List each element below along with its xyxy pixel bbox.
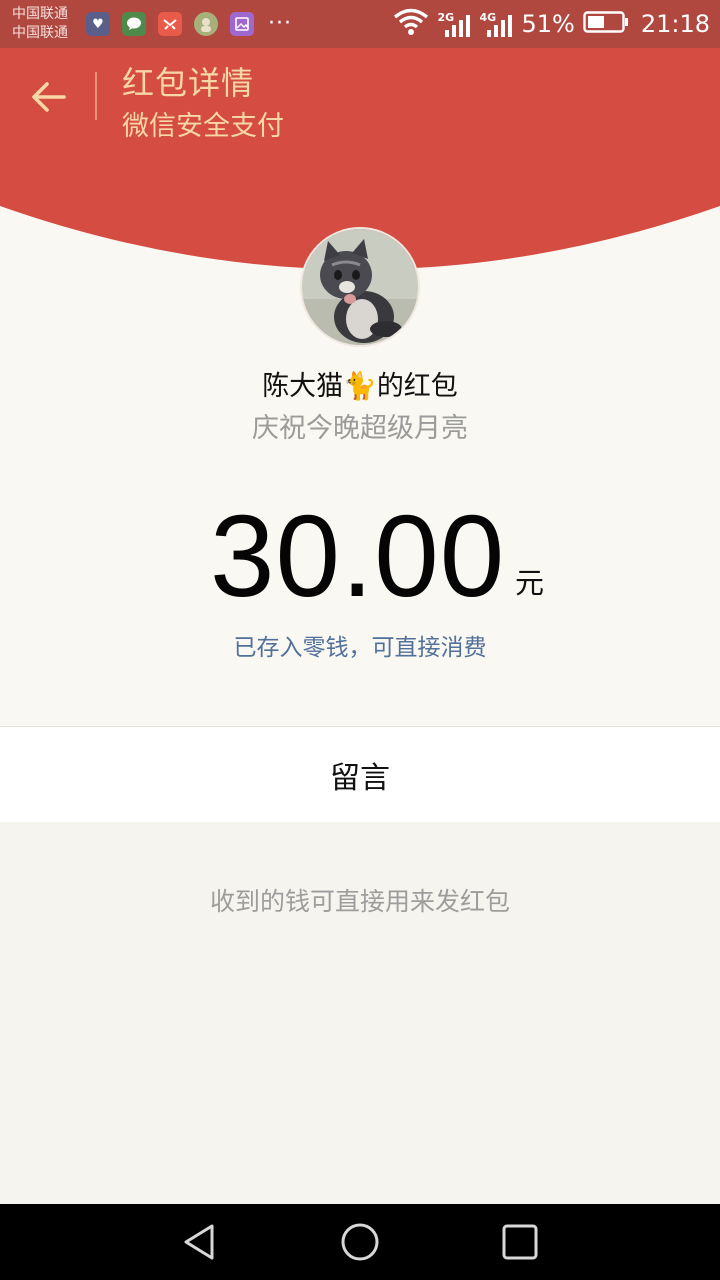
footer-hint: 收到的钱可直接用来发红包 — [209, 887, 510, 916]
nav-recent-icon — [502, 1224, 538, 1260]
sender-avatar[interactable] — [302, 229, 418, 345]
amount-block: 30.00 元 — [0, 496, 720, 616]
wechat-icon — [122, 12, 146, 36]
gallery-icon — [230, 12, 254, 36]
mail-app-icon — [158, 12, 182, 36]
notification-icons: ♥ ··· — [86, 12, 292, 36]
wifi-icon — [393, 8, 429, 40]
status-right: 2G 4G 51% 21:18 — [393, 0, 710, 48]
lower-area — [0, 822, 720, 1204]
nav-home-icon — [341, 1223, 379, 1261]
battery-percent: 51% — [521, 10, 575, 38]
nav-back-button[interactable] — [180, 1222, 220, 1262]
carrier-2: 中国联通 — [12, 25, 68, 41]
signal-2g: 2G — [437, 9, 471, 39]
stored-to-change-link[interactable]: 已存入零钱，可直接消费 — [0, 628, 720, 662]
signal-bars-icon — [445, 15, 471, 37]
battery-icon — [583, 10, 629, 38]
sender-suffix: 的红包 — [376, 371, 458, 402]
navigation-bar — [0, 1204, 720, 1280]
cat-photo — [302, 229, 418, 345]
cat-emoji: 🐈 — [343, 371, 377, 402]
amount-value: 30.00 — [210, 491, 506, 621]
carrier-labels: 中国联通 中国联通 — [12, 5, 68, 43]
arrow-left-icon — [32, 82, 66, 112]
amount-unit: 元 — [515, 566, 545, 600]
header-divider — [95, 72, 97, 120]
sender-line: 陈大猫🐈的红包 — [0, 364, 720, 403]
page-title: 红包详情 — [122, 64, 255, 102]
leave-message-label: 留言 — [330, 760, 390, 796]
nav-home-button[interactable] — [340, 1222, 380, 1262]
signal-bars-icon — [487, 15, 513, 37]
avatar-app-icon — [194, 12, 218, 36]
page-subtitle: 微信安全支付 — [122, 111, 284, 142]
status-bar: 中国联通 中国联通 ♥ ··· 2G 4G 51% 21:18 — [0, 0, 720, 48]
sender-name: 陈大猫 — [262, 371, 344, 402]
nav-recent-button[interactable] — [500, 1222, 540, 1262]
leave-message-button[interactable]: 留言 — [0, 727, 720, 822]
more-notifications: ··· — [268, 11, 292, 36]
nav-back-icon — [184, 1224, 214, 1260]
blessing-text: 庆祝今晚超级月亮 — [252, 413, 468, 444]
clock: 21:18 — [640, 10, 710, 38]
back-button[interactable] — [22, 70, 76, 124]
health-app-icon: ♥ — [86, 12, 110, 36]
signal-4g: 4G — [479, 9, 513, 39]
carrier-1: 中国联通 — [12, 6, 68, 22]
